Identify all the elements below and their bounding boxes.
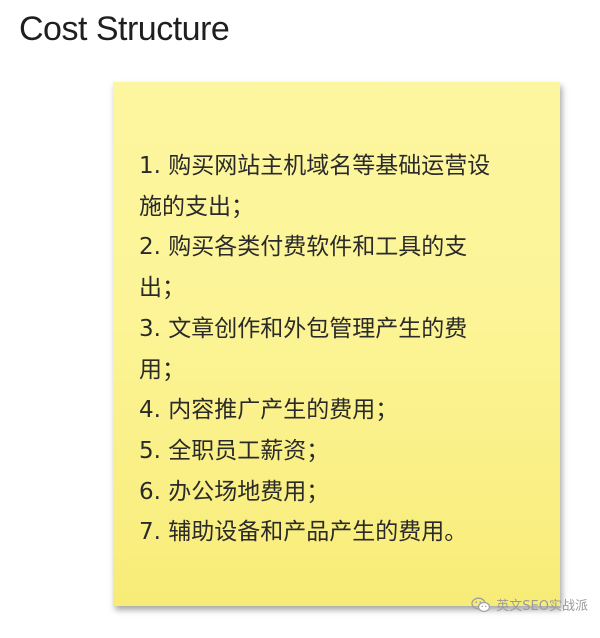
list-item: 4. 内容推广产生的费用； (139, 397, 399, 424)
watermark: 英文SEO实战派 (471, 595, 588, 614)
cost-list: 1. 购买网站主机域名等基础运营设施的支出； 2. 购买各类付费软件和工具的支出… (139, 146, 540, 553)
page-title: Cost Structure (19, 10, 230, 48)
list-item: 2. 购买各类付费软件和工具的支出； (139, 234, 468, 302)
list-item: 6. 办公场地费用； (139, 478, 330, 505)
list-item: 1. 购买网站主机域名等基础运营设施的支出； (139, 153, 491, 220)
list-item: 7. 辅助设备和产品产生的费用。 (139, 519, 468, 546)
list-item: 3. 文章创作和外包管理产生的费用； (139, 315, 468, 383)
wechat-icon (471, 597, 491, 613)
sticky-note: 1. 购买网站主机域名等基础运营设施的支出； 2. 购买各类付费软件和工具的支出… (113, 82, 560, 606)
list-item: 5. 全职员工薪资； (139, 437, 330, 464)
watermark-text: 英文SEO实战派 (496, 599, 588, 614)
